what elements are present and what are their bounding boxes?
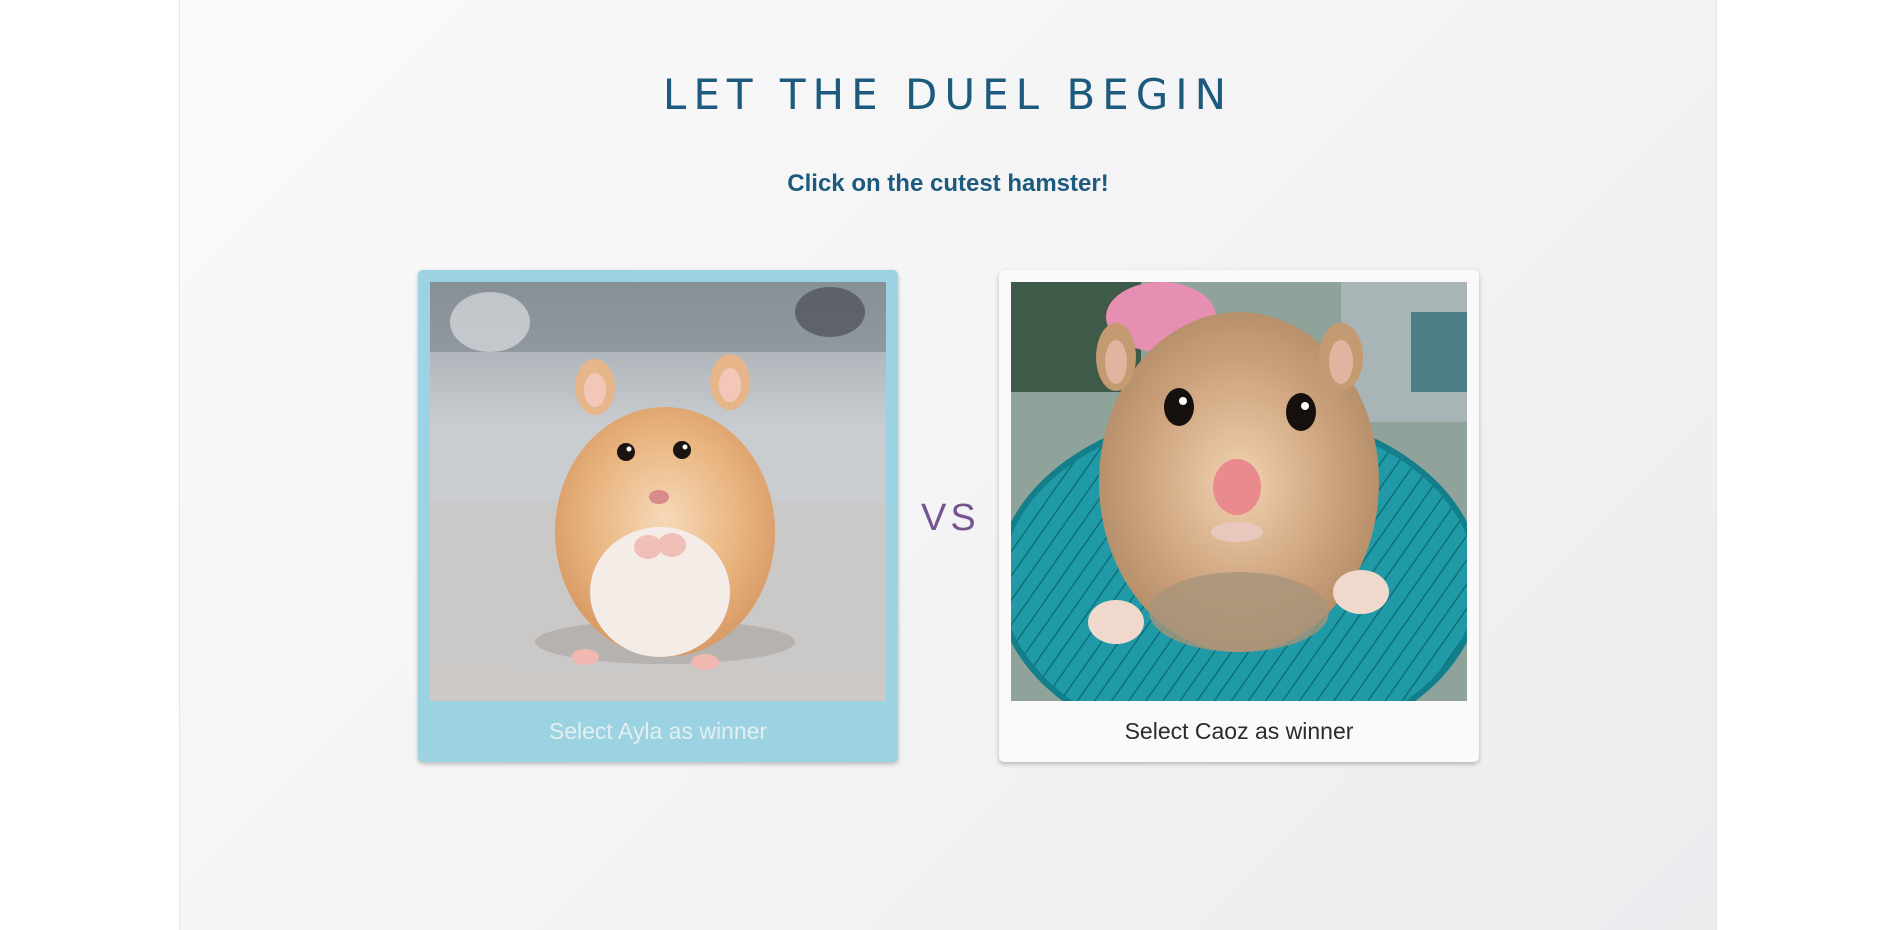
page-container: LET THE DUEL BEGIN Click on the cutest h… bbox=[179, 0, 1717, 930]
versus-label: VS bbox=[921, 497, 980, 539]
hamster-photo-ayla[interactable] bbox=[430, 282, 886, 701]
contestant-card-ayla[interactable]: Select Ayla as winner bbox=[418, 270, 898, 762]
contestant-card-caoz[interactable]: Select Caoz as winner bbox=[999, 270, 1479, 762]
select-ayla-button[interactable]: Select Ayla as winner bbox=[418, 718, 898, 745]
select-caoz-button[interactable]: Select Caoz as winner bbox=[999, 718, 1479, 745]
page-subtitle: Click on the cutest hamster! bbox=[787, 170, 1109, 197]
hamster-photo-caoz[interactable] bbox=[1011, 282, 1467, 701]
page-title: LET THE DUEL BEGIN bbox=[662, 70, 1234, 119]
